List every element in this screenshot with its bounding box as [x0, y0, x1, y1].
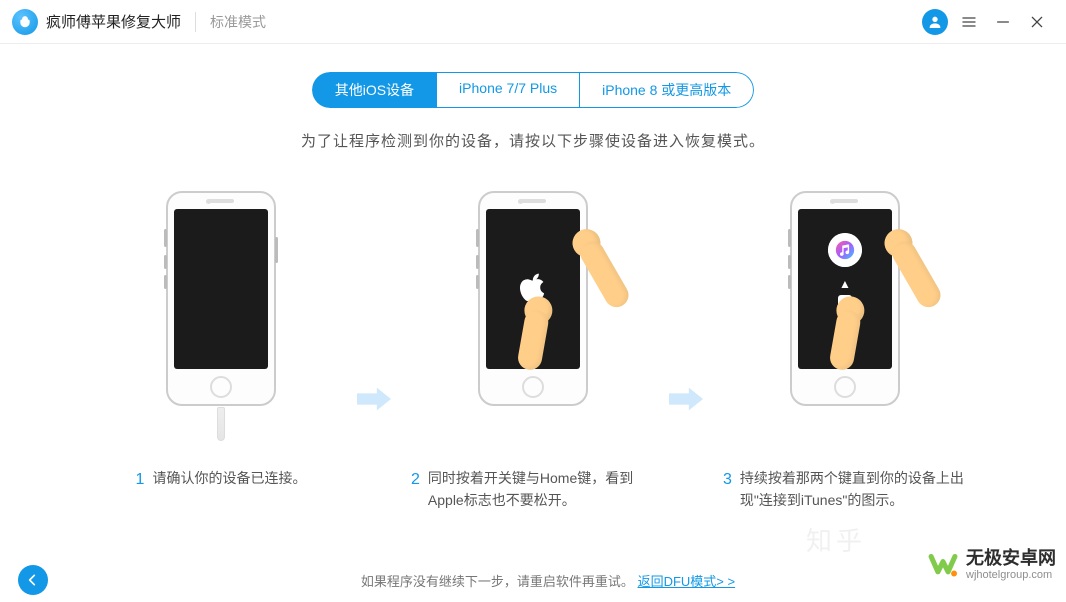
tab-iphone8plus[interactable]: iPhone 8 或更高版本: [580, 72, 754, 108]
step-2: 2 同时按着开关键与Home键，看到Apple标志也不要松开。: [403, 191, 663, 512]
arrow-right-icon: [669, 387, 709, 416]
usb-cable-icon: [217, 407, 225, 441]
back-button[interactable]: [18, 565, 48, 595]
minimize-button[interactable]: [986, 5, 1020, 39]
phone-illustration-1: [166, 191, 276, 406]
instruction-text: 为了让程序检测到你的设备，请按以下步骤使设备进入恢复模式。: [301, 130, 765, 151]
separator: [195, 12, 196, 32]
connect-cable-icon: ▲: [838, 277, 852, 346]
step-description: 请确认你的设备已连接。: [152, 467, 306, 493]
step-number: 1: [136, 467, 145, 493]
step-number: 3: [723, 467, 732, 512]
watermark-title: 无极安卓网: [966, 549, 1056, 569]
zhihu-watermark: 知乎: [806, 521, 866, 558]
dfu-mode-link[interactable]: 返回DFU模式> >: [638, 574, 736, 589]
tab-iphone7[interactable]: iPhone 7/7 Plus: [437, 72, 580, 108]
user-icon: [922, 9, 948, 35]
step-1: 1 请确认你的设备已连接。: [91, 191, 351, 493]
arrow-right-icon: [357, 387, 397, 416]
steps-row: 1 请确认你的设备已连接。: [0, 191, 1066, 512]
watermark-subtitle: wjhotelgroup.com: [966, 569, 1056, 581]
step-number: 2: [411, 467, 420, 512]
close-button[interactable]: [1020, 5, 1054, 39]
footer: 如果程序没有继续下一步，请重启软件再重试。 返回DFU模式> >: [0, 558, 1066, 602]
device-tabs: 其他iOS设备 iPhone 7/7 Plus iPhone 8 或更高版本: [312, 72, 755, 108]
step-3: ▲ 3 持续按着那两个键直到你的设备上出现"连接到iTunes"的图示。: [715, 191, 975, 512]
content-area: 其他iOS设备 iPhone 7/7 Plus iPhone 8 或更高版本 为…: [0, 44, 1066, 512]
phone-illustration-3: ▲: [790, 191, 900, 406]
app-logo-icon: [12, 9, 38, 35]
titlebar: 疯师傅苹果修复大师 标准模式: [0, 0, 1066, 44]
step-description: 持续按着那两个键直到你的设备上出现"连接到iTunes"的图示。: [740, 467, 967, 512]
app-title: 疯师傅苹果修复大师: [46, 11, 181, 32]
watermark-logo-icon: [926, 548, 960, 582]
mode-label: 标准模式: [210, 12, 266, 32]
phone-illustration-2: [478, 191, 588, 406]
step-description: 同时按着开关键与Home键，看到Apple标志也不要松开。: [428, 467, 655, 512]
tab-other-ios[interactable]: 其他iOS设备: [312, 72, 437, 108]
menu-button[interactable]: [952, 5, 986, 39]
site-watermark: 无极安卓网 wjhotelgroup.com: [926, 548, 1056, 582]
itunes-icon: [828, 233, 862, 267]
apple-logo-icon: [519, 270, 547, 309]
user-account-button[interactable]: [918, 5, 952, 39]
footer-hint: 如果程序没有继续下一步，请重启软件再重试。: [361, 574, 634, 589]
